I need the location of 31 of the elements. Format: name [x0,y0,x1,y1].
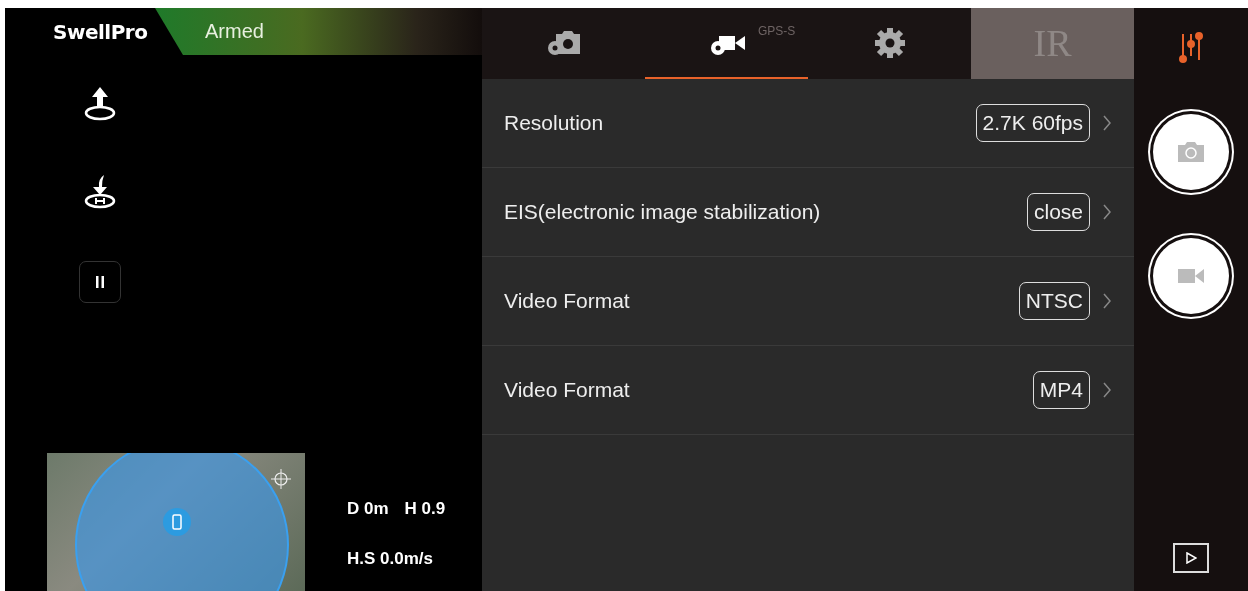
settings-row[interactable]: EIS(electronic image stabilization) close [482,168,1134,257]
logo-text: SwellPro [52,19,149,44]
play-icon [1185,552,1197,564]
chevron-icon [1102,202,1112,222]
setting-label: Video Format [504,378,631,402]
chevron-icon [1102,291,1112,311]
setting-label: Resolution [504,111,605,135]
telemetry-value: H 0.9 [404,499,446,519]
telemetry-value: D 0m [347,499,389,519]
chevron-icon [1102,380,1112,400]
settings-row[interactable]: Video Format MP4 [482,346,1134,435]
gps-status: GPS-S [758,24,796,38]
setting-label: EIS(electronic image stabilization) [504,200,822,224]
chevron-icon [1102,113,1112,133]
setting-value[interactable]: NTSC [1018,282,1090,320]
setting-value[interactable]: close [1026,193,1090,231]
settings-row[interactable]: Video Format NTSC [482,257,1134,346]
setting-value[interactable]: 2.7K 60fps [975,104,1090,142]
crosshair-icon [271,469,291,489]
settings-row[interactable]: Resolution 2.7K 60fps [482,79,1134,168]
pause-icon [95,275,105,289]
phone-icon [163,508,191,536]
status-banner: Armed [155,8,482,55]
telemetry-value: H.S 0.0m/s [347,549,433,569]
sliders-icon[interactable] [1178,30,1204,64]
setting-value[interactable]: MP4 [1032,371,1090,409]
settings-icon [872,25,907,60]
playback-button[interactable] [1173,543,1209,573]
pause-button[interactable] [79,261,121,303]
setting-label: Video Format [504,289,631,313]
camera-icon [1176,140,1206,164]
